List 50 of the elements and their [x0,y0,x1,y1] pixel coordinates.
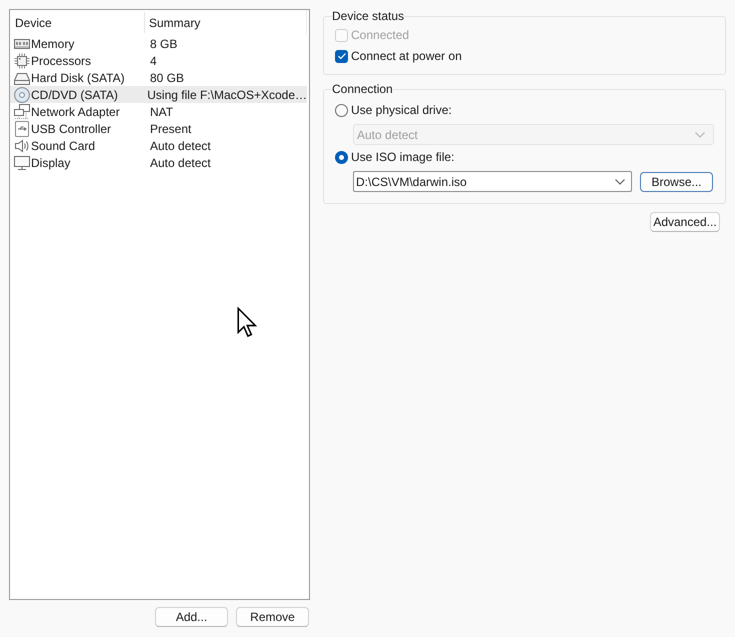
group-title: Device status [332,9,404,23]
device-row[interactable]: Sound Card Auto detect [10,137,307,154]
path-combobox[interactable]: D:\CS\VM\darwin.iso [353,171,632,192]
device-name: Network Adapter [31,104,120,118]
device-row[interactable]: Processors 4 [10,52,307,69]
checkbox[interactable] [335,50,348,62]
disc-icon [14,86,30,102]
list-action-button[interactable]: Add... [155,607,228,627]
mouse-pointer-icon [237,307,257,338]
device-name: Processors [31,54,92,68]
column-header[interactable]: Summary [149,16,200,30]
device-summary: Using file F:\MacOS+Xcode… [147,88,307,102]
device-name: Memory [31,36,74,50]
device-summary: Auto detect [150,138,211,152]
checkbox-label: Connected [351,28,410,42]
device-summary: 4 [150,54,157,68]
device-row[interactable]: USB Controller Present [10,120,307,137]
column-header[interactable]: Device [15,16,52,30]
device-name: Display [31,156,70,170]
device-name: Hard Disk (SATA) [31,70,125,84]
chip-icon [14,52,30,68]
checkbox-label: Connect at power on [351,49,462,63]
device-row[interactable]: Memory 8 GB [10,35,307,52]
monitor-icon [14,154,30,170]
device-name: CD/DVD (SATA) [31,88,118,102]
speaker-icon [14,138,30,154]
chevron-down-icon [615,178,625,184]
device-row[interactable]: Hard Disk (SATA) 80 GB [10,69,307,86]
device-summary: 8 GB [150,36,178,50]
device-summary: Auto detect [150,156,211,170]
browse-button[interactable]: Browse... [640,172,713,192]
radio-button[interactable] [335,150,348,164]
radio-label: Use ISO image file: [351,150,454,164]
device-row[interactable]: CD/DVD (SATA) Using file F:\MacOS+Xcode… [10,86,307,103]
checkmark-icon [338,53,346,59]
device-name: USB Controller [31,122,112,136]
radio-label: Use physical drive: [351,103,452,117]
device-summary: 80 GB [150,70,184,84]
list-action-button[interactable]: Remove [236,607,309,627]
network-icon [14,104,30,120]
radio-button[interactable] [335,104,348,116]
chevron-down-icon [695,132,705,138]
device-summary: Present [150,122,192,136]
usb-icon [14,120,30,136]
device-name: Sound Card [31,138,96,152]
device-summary: NAT [150,104,174,118]
device-row[interactable]: Display Auto detect [10,154,307,171]
device-row[interactable]: Network Adapter NAT [10,103,307,120]
advanced-button[interactable]: Advanced... [650,212,720,232]
group-title: Connection [332,82,393,96]
